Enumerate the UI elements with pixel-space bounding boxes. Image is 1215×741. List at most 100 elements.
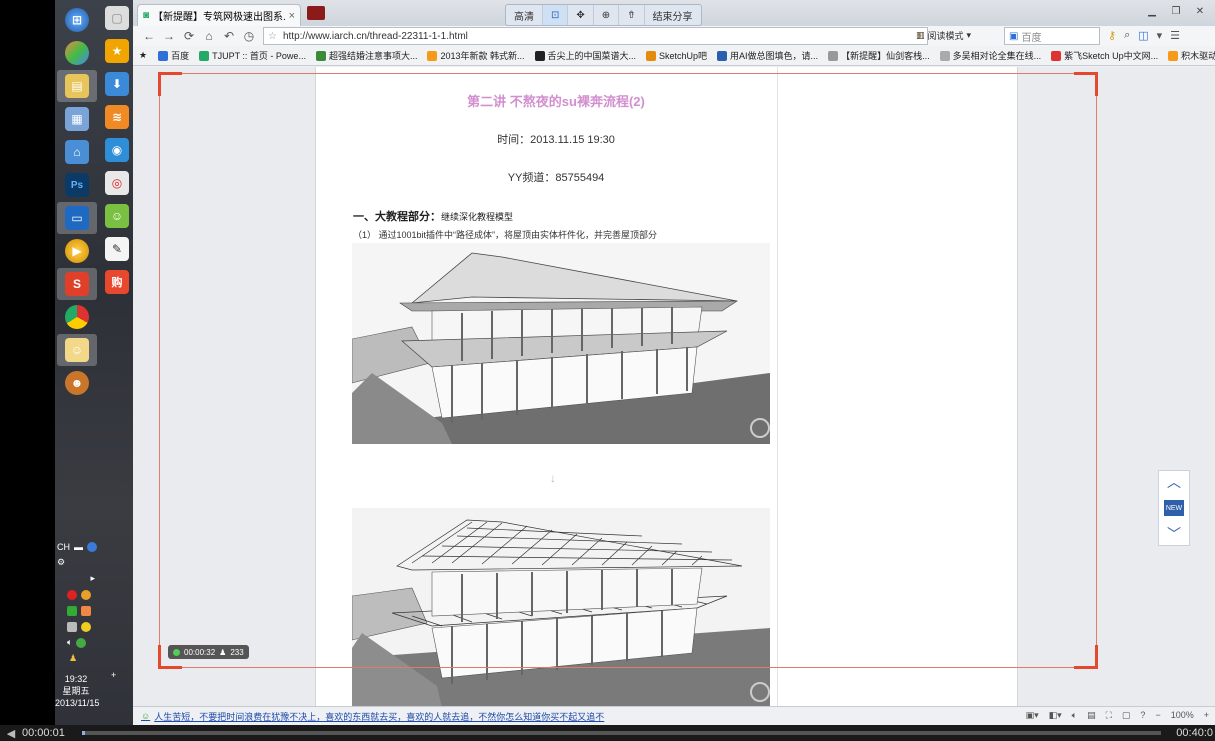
system-tray: CH ▬ ⚙ ▸ 🔈︎ ♟ + [57, 540, 133, 684]
volume-icon[interactable]: 🔈︎ [67, 637, 72, 648]
taskbar-app-window[interactable]: ▭ [57, 202, 97, 234]
add-icon[interactable]: + [111, 670, 116, 680]
bookmark-item[interactable]: 紫飞Sketch Up中文网... [1046, 49, 1163, 62]
tab-close-button[interactable]: × [289, 10, 295, 22]
magnifier-icon[interactable]: ⌕ [1124, 29, 1130, 42]
tray-arrow-icon[interactable] [81, 605, 91, 616]
end-share-button[interactable]: 结束分享 [645, 5, 701, 25]
more-icon[interactable]: ▾ [1157, 29, 1163, 42]
sound-icon[interactable]: 🔈︎ [1072, 710, 1077, 721]
current-time: 00:00:01 [22, 727, 65, 739]
screen-icon[interactable]: ▤ [1087, 710, 1096, 721]
shortcut-notepad[interactable]: ✎ [103, 235, 131, 263]
bookmark-item[interactable]: 百度 [153, 49, 194, 62]
start-button[interactable]: ⊞ [57, 4, 97, 36]
input-settings-icon[interactable]: ⚙ [57, 557, 65, 568]
smiley-icon: ☺ [141, 711, 151, 721]
tab-active[interactable]: ◙ 【新提醒】专筑网极速出图系... × [137, 4, 301, 26]
forward-button[interactable]: → [159, 29, 179, 43]
bookmark-item[interactable]: 积木驱动计算机... [1163, 49, 1215, 62]
history-button[interactable]: ◷ [239, 29, 259, 43]
bookmark-item[interactable]: 多吴相对论全集在线... [935, 49, 1047, 62]
shortcut-weibo[interactable]: ◎ [103, 169, 131, 197]
bookmark-item[interactable]: 舌尖上的中国菜谱大... [530, 49, 642, 62]
restore-button[interactable]: ❐ [1165, 3, 1187, 19]
tray-plus-icon[interactable] [81, 621, 91, 632]
read-mode-button[interactable]: ▥ 阅读模式 ▾ [916, 29, 971, 42]
new-posts-button[interactable]: NEW [1164, 500, 1184, 516]
search-input[interactable]: ▣ 百度 [1004, 27, 1100, 45]
bookmark-item[interactable]: 超强结婚注意事项大... [311, 49, 423, 62]
news-ticker-link[interactable]: ☺ 人生苦短，不要把时间浪费在犹豫不决上，喜欢的东西就去买，喜欢的人就去追，不然… [141, 710, 604, 723]
download-icon: ⬇ [105, 72, 129, 96]
bookmark-item[interactable]: 2013年新款 韩式新... [422, 49, 529, 62]
bookmark-star-icon[interactable]: ★ [133, 50, 153, 61]
shortcut-rss[interactable]: ≋ [103, 103, 131, 131]
fullscreen-icon[interactable]: ⛶ [1106, 710, 1112, 721]
new-tab-button[interactable] [307, 6, 325, 20]
url-field[interactable]: ☆ http://www.iarch.cn/thread-22311-1-1.h… [263, 27, 928, 45]
search-engine-icon[interactable]: ▣ [1009, 31, 1018, 42]
taskbar-app-photoshop[interactable]: Ps [57, 169, 97, 201]
keyboard-icon[interactable]: ▬ [74, 542, 83, 552]
tray-expand-icon[interactable]: ▸ [90, 573, 95, 584]
bookmark-item[interactable]: SketchUp吧 [641, 49, 712, 62]
taskbar-app-360[interactable] [57, 37, 97, 69]
shortcut-favorites[interactable]: ★ [103, 37, 131, 65]
record-tray-icon[interactable] [67, 589, 77, 600]
taskbar-app-sketchup[interactable]: S [57, 268, 97, 300]
page-tools-icon[interactable]: ▣▾ [1026, 710, 1039, 721]
tray-window-icon[interactable] [67, 621, 77, 632]
shortcut-download[interactable]: ⬇ [103, 70, 131, 98]
tray-info-icon[interactable] [76, 637, 87, 648]
pin-button[interactable]: ⇮ [619, 5, 645, 25]
scroll-up-button[interactable]: ︿ [1167, 474, 1181, 490]
bookmark-star-icon[interactable]: ☆ [268, 31, 277, 42]
undo-close-button[interactable]: ↶ [219, 29, 239, 43]
shortcut-smile[interactable]: ☺ [103, 202, 131, 230]
taskbar-app-network[interactable]: ⌂ [57, 136, 97, 168]
taskbar-app-chat[interactable]: ☺ [57, 334, 97, 366]
region-select-button[interactable]: ⊡ [543, 5, 569, 25]
window-mode-icon[interactable]: ▢ [1122, 710, 1131, 721]
zoom-out-icon[interactable]: − [1155, 710, 1160, 721]
seek-bar[interactable] [82, 731, 1161, 735]
taskbar-app-calculator[interactable]: ▦ [57, 103, 97, 135]
taskbar-app-chrome[interactable] [57, 301, 97, 333]
refresh-button[interactable]: ⟳ [179, 29, 199, 43]
move-button[interactable]: ✥ [568, 5, 594, 25]
rewind-icon[interactable]: ◀ [0, 727, 22, 740]
qq-icon[interactable]: ♟ [69, 653, 77, 664]
back-button[interactable]: ← [139, 29, 159, 43]
taskbar-pinned-column: ⊞ ▤ ▦ ⌂ Ps ▭ ▶ S ☺ ☻ [57, 4, 97, 400]
model-render-frame[interactable] [352, 508, 770, 706]
taskbar-clock[interactable]: 19:32 星期五 2013/11/15 [55, 673, 99, 709]
shortcut-game[interactable]: ◉ [103, 136, 131, 164]
screenshot-icon[interactable]: ◫ [1138, 29, 1148, 42]
compat-icon[interactable]: ◧▾ [1049, 710, 1062, 721]
bookmark-item[interactable]: 【新提醒】仙剑客栈... [823, 49, 935, 62]
taskbar-app-explorer[interactable]: ▤ [57, 70, 97, 102]
zoom-button[interactable]: ⊕ [594, 5, 620, 25]
zoom-level[interactable]: 100% [1171, 710, 1194, 721]
home-button[interactable]: ⌂ [199, 29, 219, 43]
model-render-solid[interactable] [352, 243, 770, 444]
taskbar-app-player[interactable]: ▶ [57, 235, 97, 267]
close-button[interactable]: ✕ [1189, 3, 1211, 19]
shortcut-user[interactable]: ▢ [103, 4, 131, 32]
help-icon[interactable] [87, 541, 97, 552]
taskbar-app-game[interactable]: ☻ [57, 367, 97, 399]
bookmark-item[interactable]: 用AI做总图填色，请... [712, 49, 823, 62]
scroll-down-button[interactable]: ﹀ [1167, 526, 1181, 542]
hd-button[interactable]: 高清 [506, 5, 543, 25]
bookmark-item[interactable]: TJUPT :: 首页 - Powe... [194, 49, 311, 62]
minimize-button[interactable]: ▁ [1141, 3, 1163, 19]
key-icon[interactable]: ⚷ [1108, 29, 1116, 42]
help-icon[interactable]: ? [1140, 710, 1145, 721]
tray-app-icon[interactable] [81, 589, 91, 600]
shortcut-shopping[interactable]: 购 [103, 268, 131, 296]
menu-icon[interactable]: ☰ [1170, 29, 1180, 42]
input-language[interactable]: CH [57, 542, 70, 552]
zoom-in-icon[interactable]: + [1204, 710, 1209, 721]
tray-green-icon[interactable] [67, 605, 77, 616]
